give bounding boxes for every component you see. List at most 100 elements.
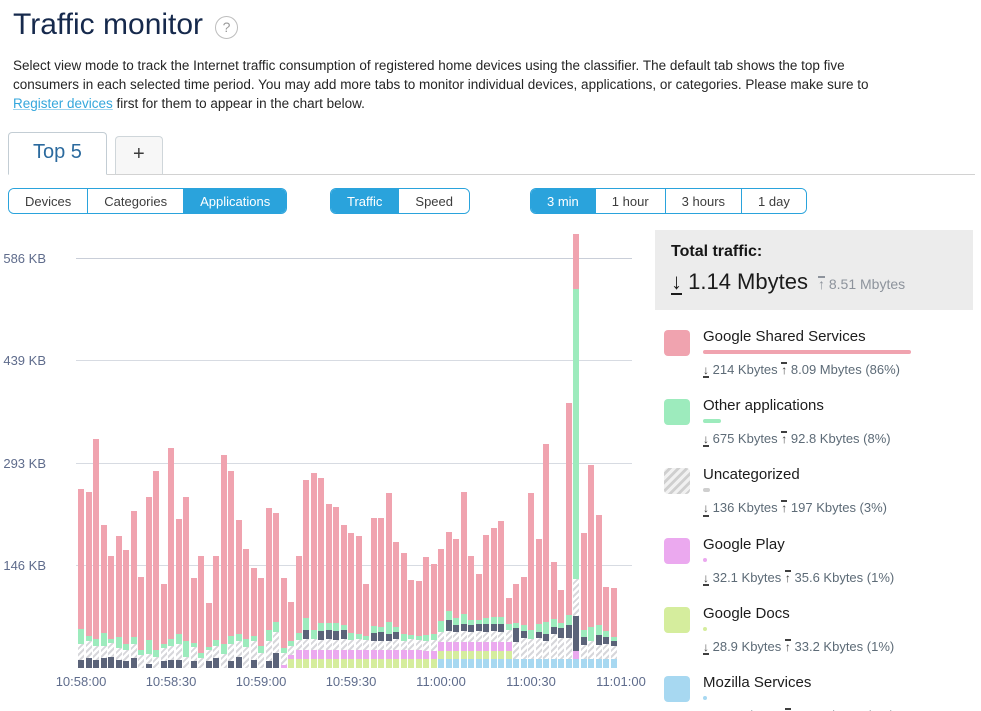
stacked-bar[interactable] bbox=[528, 493, 534, 668]
bar-segment-gs bbox=[101, 525, 107, 634]
period-3-min[interactable]: 3 min bbox=[531, 189, 595, 213]
stacked-bar[interactable] bbox=[206, 603, 212, 668]
legend-item[interactable]: Uncategorized↓ 136 Kbytes ↑ 197 Kbytes (… bbox=[655, 456, 973, 525]
stacked-bar[interactable] bbox=[296, 556, 302, 668]
stacked-bar[interactable] bbox=[483, 535, 489, 668]
bar-segment-un bbox=[453, 632, 459, 642]
stacked-bar[interactable] bbox=[431, 564, 437, 668]
stacked-bar[interactable] bbox=[198, 556, 204, 668]
stacked-bar[interactable] bbox=[573, 234, 579, 668]
view-mode-applications[interactable]: Applications bbox=[183, 189, 286, 213]
stacked-bar[interactable] bbox=[146, 497, 152, 668]
stacked-bar[interactable] bbox=[228, 471, 234, 668]
stacked-bar[interactable] bbox=[153, 471, 159, 668]
period-1-hour[interactable]: 1 hour bbox=[595, 189, 665, 213]
stacked-bar[interactable] bbox=[161, 584, 167, 668]
bar-segment-gp bbox=[311, 650, 317, 659]
measure-mode-traffic[interactable]: Traffic bbox=[331, 189, 398, 213]
stacked-bar[interactable] bbox=[468, 556, 474, 668]
stacked-bar[interactable] bbox=[461, 492, 467, 668]
stacked-bar[interactable] bbox=[506, 598, 512, 668]
stacked-bar[interactable] bbox=[168, 448, 174, 668]
page-description: Select view mode to track the Internet t… bbox=[13, 56, 875, 113]
stacked-bar[interactable] bbox=[123, 550, 129, 668]
stacked-bar[interactable] bbox=[596, 515, 602, 668]
stacked-bar[interactable] bbox=[588, 465, 594, 668]
stacked-bar[interactable] bbox=[348, 533, 354, 668]
legend-item[interactable]: Other applications↓ 675 Kbytes ↑ 92.8 Kb… bbox=[655, 387, 973, 456]
view-mode-categories[interactable]: Categories bbox=[87, 189, 183, 213]
stacked-bar[interactable] bbox=[521, 577, 527, 668]
stacked-bar[interactable] bbox=[393, 542, 399, 668]
stacked-bar[interactable] bbox=[333, 507, 339, 668]
stacked-bar[interactable] bbox=[131, 511, 137, 668]
stacked-bar[interactable] bbox=[116, 536, 122, 668]
stacked-bar[interactable] bbox=[491, 528, 497, 668]
help-icon[interactable]: ? bbox=[215, 16, 238, 39]
stacked-bar[interactable] bbox=[513, 584, 519, 668]
stacked-bar[interactable] bbox=[281, 578, 287, 668]
stacked-bar[interactable] bbox=[581, 533, 587, 668]
stacked-bar[interactable] bbox=[341, 525, 347, 668]
period-3-hours[interactable]: 3 hours bbox=[665, 189, 741, 213]
legend-item[interactable]: Google Play↓ 32.1 Kbytes ↑ 35.6 Kbytes (… bbox=[655, 526, 973, 595]
stacked-bar[interactable] bbox=[498, 521, 504, 668]
stacked-bar[interactable] bbox=[86, 492, 92, 668]
stacked-bar[interactable] bbox=[236, 520, 242, 668]
upload-icon: ↑ bbox=[781, 500, 787, 513]
stacked-bar[interactable] bbox=[566, 403, 572, 668]
legend-item[interactable]: Google Shared Services↓ 214 Kbytes ↑ 8.0… bbox=[655, 318, 973, 387]
stacked-bar[interactable] bbox=[273, 513, 279, 668]
stacked-bar[interactable] bbox=[266, 508, 272, 668]
stacked-bar[interactable] bbox=[603, 587, 609, 668]
stacked-bar[interactable] bbox=[213, 556, 219, 668]
register-devices-link[interactable]: Register devices bbox=[13, 96, 113, 111]
stacked-bar[interactable] bbox=[303, 480, 309, 668]
stacked-bar[interactable] bbox=[363, 584, 369, 668]
bar-segment-un bbox=[116, 648, 122, 659]
bar-segment-dk bbox=[228, 661, 234, 668]
legend-item[interactable]: Mozilla Services↓ 23.4 Kbytes ↑ 26.8 Kby… bbox=[655, 664, 973, 711]
stacked-bar[interactable] bbox=[258, 578, 264, 668]
stacked-bar[interactable] bbox=[108, 556, 114, 668]
stacked-bar[interactable] bbox=[453, 539, 459, 668]
measure-mode-speed[interactable]: Speed bbox=[398, 189, 469, 213]
stacked-bar[interactable] bbox=[183, 497, 189, 668]
stacked-bar[interactable] bbox=[416, 581, 422, 668]
stacked-bar[interactable] bbox=[251, 568, 257, 668]
stacked-bar[interactable] bbox=[221, 455, 227, 668]
stacked-bar[interactable] bbox=[386, 493, 392, 668]
stacked-bar[interactable] bbox=[356, 536, 362, 668]
stacked-bar[interactable] bbox=[438, 549, 444, 668]
stacked-bar[interactable] bbox=[176, 519, 182, 668]
view-mode-devices[interactable]: Devices bbox=[9, 189, 87, 213]
stacked-bar[interactable] bbox=[423, 557, 429, 668]
stacked-bar[interactable] bbox=[93, 439, 99, 668]
stacked-bar[interactable] bbox=[446, 532, 452, 668]
stacked-bar[interactable] bbox=[78, 489, 84, 668]
stacked-bar[interactable] bbox=[371, 518, 377, 668]
stacked-bar[interactable] bbox=[191, 578, 197, 668]
stacked-bar[interactable] bbox=[543, 444, 549, 668]
stacked-bar[interactable] bbox=[311, 473, 317, 668]
stacked-bar[interactable] bbox=[536, 539, 542, 668]
stacked-bar[interactable] bbox=[243, 549, 249, 668]
tab-top5[interactable]: Top 5 bbox=[8, 132, 107, 175]
stacked-bar[interactable] bbox=[288, 602, 294, 668]
stacked-bar[interactable] bbox=[326, 504, 332, 668]
period-1-day[interactable]: 1 day bbox=[741, 189, 806, 213]
stacked-bar[interactable] bbox=[551, 562, 557, 668]
stacked-bar[interactable] bbox=[401, 553, 407, 668]
bar-segment-dk bbox=[371, 633, 377, 641]
stacked-bar[interactable] bbox=[558, 590, 564, 668]
stacked-bar[interactable] bbox=[611, 588, 617, 668]
stacked-bar[interactable] bbox=[318, 478, 324, 668]
stacked-bar[interactable] bbox=[101, 525, 107, 668]
legend-item[interactable]: Google Docs↓ 28.9 Kbytes ↑ 33.2 Kbytes (… bbox=[655, 595, 973, 664]
add-tab-button[interactable]: + bbox=[115, 136, 163, 175]
stacked-bar[interactable] bbox=[476, 574, 482, 668]
bar-segment-oa bbox=[153, 650, 159, 657]
stacked-bar[interactable] bbox=[408, 580, 414, 668]
stacked-bar[interactable] bbox=[378, 518, 384, 668]
stacked-bar[interactable] bbox=[138, 577, 144, 668]
